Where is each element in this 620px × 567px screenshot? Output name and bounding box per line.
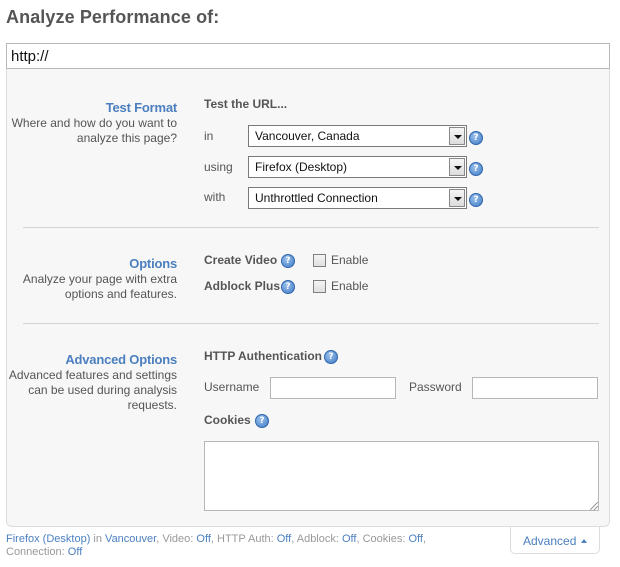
section-divider bbox=[23, 323, 599, 324]
help-icon[interactable]: ? bbox=[469, 193, 483, 207]
summary-connection-label: Connection: bbox=[6, 546, 65, 558]
summary-browser: Firefox (Desktop) bbox=[6, 533, 91, 545]
summary-in: in bbox=[93, 533, 102, 545]
create-video-checkbox[interactable] bbox=[313, 254, 326, 267]
url-input[interactable] bbox=[6, 43, 610, 69]
advanced-toggle-label: Advanced bbox=[523, 534, 577, 548]
location-label: in bbox=[204, 129, 214, 143]
connection-select-value: Unthrottled Connection bbox=[255, 191, 378, 205]
create-video-label: Create Video bbox=[204, 253, 278, 267]
options-panel: Test Format Where and how do you want to… bbox=[6, 69, 610, 527]
password-input[interactable] bbox=[472, 377, 598, 399]
advanced-options-title: Advanced Options bbox=[65, 352, 177, 367]
create-video-enable-label: Enable bbox=[331, 253, 369, 267]
chevron-down-icon bbox=[449, 189, 465, 207]
test-format-description: Where and how do you want to analyze thi… bbox=[11, 116, 177, 145]
browser-select-value: Firefox (Desktop) bbox=[255, 160, 348, 174]
chevron-down-icon bbox=[449, 158, 465, 176]
summary-http-auth-value: Off bbox=[276, 533, 292, 545]
summary-adblock-label: Adblock: bbox=[296, 533, 339, 545]
options-description: Analyze your page with extra options and… bbox=[22, 272, 177, 301]
username-input[interactable] bbox=[270, 377, 396, 399]
summary-video-label: Video: bbox=[162, 533, 194, 545]
caret-up-icon bbox=[581, 539, 588, 543]
help-icon[interactable]: ? bbox=[469, 131, 483, 145]
advanced-options-description: Advanced features and settings can be us… bbox=[8, 368, 177, 412]
help-icon[interactable]: ? bbox=[255, 414, 269, 428]
test-url-heading: Test the URL... bbox=[204, 97, 288, 111]
help-icon[interactable]: ? bbox=[281, 254, 295, 268]
summary-cookies-value: Off bbox=[408, 533, 423, 545]
summary-adblock-value: Off bbox=[342, 533, 357, 545]
browser-select[interactable]: Firefox (Desktop) bbox=[248, 156, 467, 178]
page-title: Analyze Performance of: bbox=[6, 7, 220, 27]
resize-handle[interactable] bbox=[590, 502, 598, 510]
test-format-title: Test Format bbox=[105, 100, 177, 115]
adblock-plus-enable-label: Enable bbox=[331, 279, 369, 293]
summary-connection-value: Off bbox=[67, 546, 83, 558]
location-select-value: Vancouver, Canada bbox=[255, 129, 360, 143]
summary-location: Vancouver bbox=[105, 533, 157, 545]
adblock-plus-checkbox[interactable] bbox=[313, 280, 326, 293]
connection-label: with bbox=[204, 190, 226, 204]
help-icon[interactable]: ? bbox=[281, 280, 295, 294]
options-title: Options bbox=[129, 256, 177, 271]
connection-select[interactable]: Unthrottled Connection bbox=[248, 187, 467, 209]
summary-video-value: Off bbox=[196, 533, 211, 545]
adblock-plus-label: Adblock Plus bbox=[204, 279, 281, 293]
chevron-down-icon bbox=[449, 127, 465, 145]
advanced-toggle-tab[interactable]: Advanced bbox=[510, 527, 600, 554]
cookies-label: Cookies bbox=[204, 413, 251, 427]
browser-label: using bbox=[204, 160, 233, 174]
section-divider bbox=[23, 227, 599, 228]
summary-cookies-label: Cookies: bbox=[362, 533, 406, 545]
help-icon[interactable]: ? bbox=[469, 162, 483, 176]
settings-summary: Firefox (Desktop) in Vancouver, Video: O… bbox=[6, 533, 427, 558]
location-select[interactable]: Vancouver, Canada bbox=[248, 125, 467, 147]
cookies-textarea[interactable] bbox=[204, 441, 599, 511]
password-label: Password bbox=[409, 380, 462, 394]
username-label: Username bbox=[204, 380, 260, 394]
http-auth-label: HTTP Authentication bbox=[204, 349, 322, 363]
summary-http-auth-label: HTTP Auth: bbox=[217, 533, 274, 545]
help-icon[interactable]: ? bbox=[324, 350, 338, 364]
